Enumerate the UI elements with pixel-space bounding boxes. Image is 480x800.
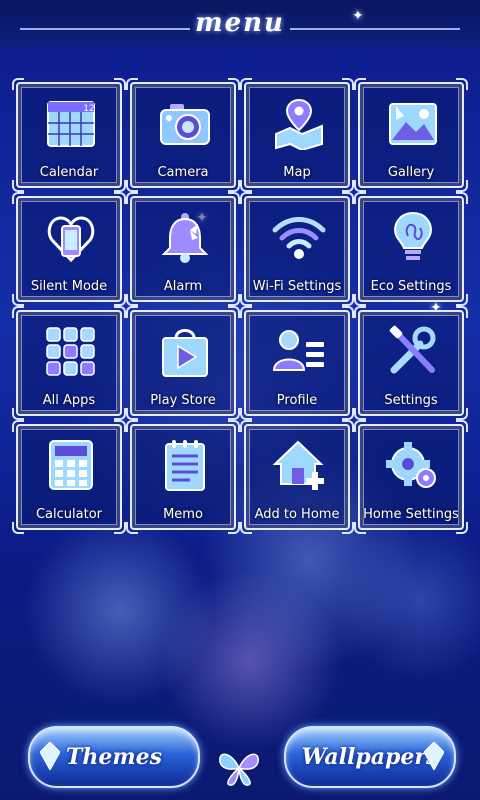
camera-icon <box>160 104 210 145</box>
app-tile-profile[interactable]: Profile <box>240 306 354 420</box>
sparkle-icon: ✦ <box>352 8 364 24</box>
app-label-settings: Settings <box>384 393 438 408</box>
app-label-add-to-home: Add to Home <box>254 507 340 522</box>
crystal-icon <box>40 742 60 770</box>
memo-icon <box>165 440 205 491</box>
eco-bulb-icon <box>393 211 433 260</box>
app-tile-all-apps[interactable]: All Apps <box>12 306 126 420</box>
app-tile-map[interactable]: Map <box>240 78 354 192</box>
app-label-memo: Memo <box>163 507 203 522</box>
wallpapers-button-label: Wallpapers <box>301 744 439 770</box>
app-label-eco-settings: Eco Settings <box>370 279 452 294</box>
app-label-calculator: Calculator <box>35 507 102 522</box>
app-tile-silent-mode[interactable]: Silent Mode <box>12 192 126 306</box>
app-tile-alarm[interactable]: Alarm <box>126 192 240 306</box>
gallery-icon <box>389 103 437 145</box>
themes-button[interactable]: Themes <box>28 726 200 788</box>
all-apps-grid-icon <box>46 327 95 376</box>
app-tile-calendar[interactable]: 12 Calendar <box>12 78 126 192</box>
app-tile-gallery[interactable]: Gallery <box>354 78 468 192</box>
app-tile-calculator[interactable]: Calculator <box>12 420 126 534</box>
add-to-home-icon <box>272 440 324 490</box>
profile-icon <box>272 330 324 371</box>
app-label-gallery: Gallery <box>387 165 435 180</box>
app-tile-add-to-home[interactable]: Add to Home <box>240 420 354 534</box>
app-label-play-store: Play Store <box>150 393 216 408</box>
app-tile-home-settings[interactable]: Home Settings <box>354 420 468 534</box>
app-grid: 12 Calendar Camera Map Gallery Silent Mo… <box>12 78 468 534</box>
home-settings-gear-icon <box>386 442 436 488</box>
alarm-bell-icon <box>161 213 209 263</box>
app-label-profile: Profile <box>276 393 318 408</box>
app-label-all-apps: All Apps <box>42 393 96 408</box>
menu-header: menu <box>0 0 480 48</box>
wallpapers-button[interactable]: Wallpapers <box>284 726 456 788</box>
calendar-day-number: 12 <box>83 104 94 114</box>
silent-mode-icon <box>47 216 95 263</box>
wifi-icon <box>272 217 326 259</box>
themes-button-label: Themes <box>65 744 163 770</box>
settings-tools-icon <box>389 325 436 374</box>
app-label-alarm: Alarm <box>163 279 203 294</box>
app-label-camera: Camera <box>157 165 209 180</box>
butterfly-icon <box>219 753 259 786</box>
app-tile-memo[interactable]: Memo <box>126 420 240 534</box>
crystal-icon <box>424 742 444 770</box>
app-label-calendar: Calendar <box>39 165 99 180</box>
app-tile-eco-settings[interactable]: Eco Settings <box>354 192 468 306</box>
app-label-map: Map <box>283 165 311 180</box>
calendar-icon: 12 <box>47 101 95 147</box>
app-label-silent-mode: Silent Mode <box>30 279 108 294</box>
app-tile-wifi-settings[interactable]: Wi-Fi Settings <box>240 192 354 306</box>
map-icon <box>275 98 323 150</box>
calculator-icon <box>49 440 93 490</box>
app-tile-play-store[interactable]: Play Store <box>126 306 240 420</box>
app-tile-camera[interactable]: Camera <box>126 78 240 192</box>
menu-title: menu <box>195 8 285 38</box>
app-tile-settings[interactable]: Settings <box>354 306 468 420</box>
app-label-wifi-settings: Wi-Fi Settings <box>252 279 342 294</box>
app-label-home-settings: Home Settings <box>363 507 459 522</box>
play-store-icon <box>162 329 208 377</box>
